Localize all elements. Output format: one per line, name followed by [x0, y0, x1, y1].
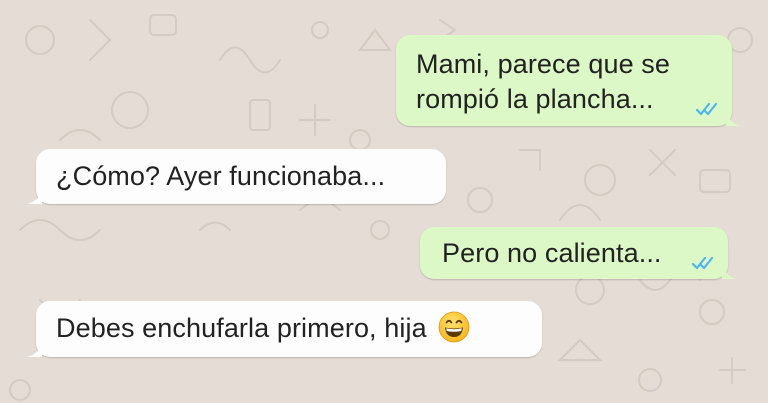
bubble-tail: [26, 190, 42, 204]
bubble-tail: [726, 112, 742, 126]
message-text-row: Debes enchufarla primero, hija: [56, 311, 526, 346]
message-text: Debes enchufarla primero, hija: [56, 313, 427, 343]
double-check-read-icon: [696, 102, 718, 116]
message-text: ¿Cómo? Ayer funcionaba...: [56, 161, 386, 191]
message-text-line: rompió la plancha...: [416, 84, 654, 114]
bubble-tail: [26, 343, 42, 357]
message-text: Pero no calienta...: [442, 238, 662, 268]
message-bubble-incoming[interactable]: ¿Cómo? Ayer funcionaba...: [26, 149, 446, 204]
message-text-line: Mami, parece que se: [416, 49, 671, 79]
bubble-tail: [722, 265, 738, 279]
message-bubble-outgoing[interactable]: Mami, parece que se rompió la plancha...: [396, 35, 742, 126]
double-check-read-icon: [692, 256, 714, 270]
message-bubble-outgoing[interactable]: Pero no calienta...: [420, 227, 738, 279]
grinning-face-icon: [438, 311, 470, 343]
message-bubble-incoming[interactable]: Debes enchufarla primero, hija: [26, 301, 542, 357]
